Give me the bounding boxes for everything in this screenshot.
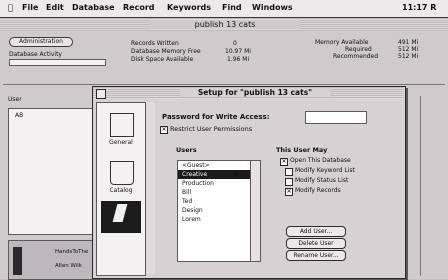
memory-required-label: Required <box>345 46 372 53</box>
this-user-may-label: This User May <box>276 146 328 154</box>
modify-status-checkbox[interactable] <box>285 178 293 186</box>
disk-space-label: Disk Space Available <box>131 56 194 63</box>
password-field[interactable] <box>305 111 367 124</box>
user-list-header: User <box>8 96 22 103</box>
password-label: Password for Write Access: <box>162 113 270 121</box>
restrict-permissions-checkbox[interactable]: ✕ <box>160 126 168 134</box>
menu-find[interactable]: Find <box>222 3 242 12</box>
users-list-item[interactable]: Lorem <box>178 215 250 224</box>
memory-recommended-value: 512 Mi <box>398 53 419 60</box>
menu-keywords[interactable]: Keywords <box>167 3 211 12</box>
document-title: publish 13 cats <box>150 20 300 29</box>
general-label: General <box>109 139 133 146</box>
users-list-item[interactable]: Bill <box>178 188 250 197</box>
users-list-scrollbar[interactable] <box>250 160 261 262</box>
modify-records-label: Modify Records <box>295 187 341 194</box>
modify-status-label: Modify Status List <box>295 177 349 184</box>
records-written-label: Records Written <box>131 40 179 47</box>
settings-icon-pane: General Catalog <box>96 102 146 276</box>
records-written-value: 0 <box>233 40 237 47</box>
catalog-icon[interactable] <box>110 161 134 185</box>
menu-edit[interactable]: Edit <box>46 3 64 12</box>
open-database-label: Open This Database <box>290 157 351 164</box>
menu-bar:  File Edit Database Record Keywords Fin… <box>0 0 448 18</box>
mouse-cursor-icon: ➤ <box>232 170 240 180</box>
general-icon[interactable] <box>110 113 134 137</box>
close-box-icon[interactable] <box>96 89 106 99</box>
right-side-panel <box>420 96 447 276</box>
memory-available-label: Memory Available <box>315 39 369 46</box>
pencil-icon <box>112 204 128 222</box>
memory-available-value: 491 Mi <box>398 39 419 46</box>
menu-database[interactable]: Database <box>72 3 115 12</box>
apple-menu-icon[interactable]:  <box>8 3 13 12</box>
disk-space-value: 1.96 Mi <box>227 56 250 63</box>
menu-windows[interactable]: Windows <box>252 3 293 12</box>
users-icon[interactable] <box>101 201 141 233</box>
memory-free-value: 10.97 Mi <box>225 48 251 55</box>
database-activity-bar <box>9 59 106 66</box>
bottle-icon <box>13 247 22 275</box>
rename-user-button[interactable]: Rename User... <box>286 250 346 261</box>
users-header: Users <box>176 146 197 154</box>
modify-keyword-checkbox[interactable] <box>285 168 293 176</box>
memory-free-label: Database Memory Free <box>131 48 201 55</box>
dialog-title: Setup for "publish 13 cats" <box>180 88 330 97</box>
open-database-checkbox[interactable]: ✕ <box>280 158 288 166</box>
modify-keyword-label: Modify Keyword List <box>295 167 355 174</box>
memory-recommended-label: Recommended <box>333 53 379 60</box>
bottom-panel: HandsToThe Allen Wilk <box>8 240 94 280</box>
memory-required-value: 512 Mi <box>398 46 419 53</box>
restrict-permissions-label: Restrict User Permissions <box>170 125 253 133</box>
users-list-item[interactable]: <Guest> <box>178 161 250 170</box>
users-list-item[interactable]: Production <box>178 179 250 188</box>
document-toolbar: Administration Database Activity Records… <box>3 32 445 85</box>
bottom-row-1: HandsToThe <box>55 249 89 255</box>
delete-user-button[interactable]: Delete User <box>286 238 346 249</box>
users-list-item[interactable]: Design <box>178 206 250 215</box>
menu-file[interactable]: File <box>22 3 38 12</box>
icon-pane-scrollbar[interactable] <box>145 102 155 274</box>
menu-clock: 11:17 R <box>402 3 437 12</box>
bottom-row-2: Allen Wilk <box>55 263 82 269</box>
database-activity-label: Database Activity <box>9 51 62 58</box>
users-list-item[interactable]: Ted <box>178 197 250 206</box>
administration-button[interactable]: Administration <box>9 37 73 47</box>
catalog-label: Catalog <box>109 187 133 194</box>
add-user-button[interactable]: Add User... <box>286 226 346 237</box>
modify-records-checkbox[interactable]: ✕ <box>285 188 293 196</box>
menu-record[interactable]: Record <box>123 3 155 12</box>
user-list-item[interactable]: AB <box>15 112 23 119</box>
